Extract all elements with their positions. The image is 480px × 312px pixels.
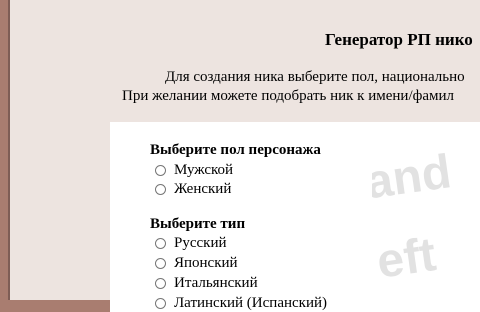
type-section-heading: Выберите тип [150,216,246,232]
radio-icon[interactable] [155,184,166,195]
watermark-logo: and eft [372,145,454,289]
gender-section-heading: Выберите пол персонажа [150,142,321,158]
intro-text-line-1: Для создания ника выберите пол, национал… [165,69,465,85]
radio-icon[interactable] [155,278,166,289]
type-option-latin[interactable]: Латинский (Испанский) [155,295,327,312]
nickname-form-panel: and eft Выберите пол персонажа Мужской Ж… [110,122,480,312]
type-option-label: Итальянский [174,275,258,291]
svg-text:eft: eft [374,228,439,289]
gender-option-label: Мужской [174,162,234,178]
type-option-label: Латинский (Испанский) [174,295,327,311]
type-option-label: Русский [174,235,227,251]
intro-text-line-2: При желании можете подобрать ник к имени… [122,88,454,104]
radio-icon[interactable] [155,258,166,269]
type-option-label: Японский [174,255,238,271]
gender-option-female[interactable]: Женский [155,181,231,198]
radio-icon[interactable] [155,165,166,176]
page-title: Генератор РП нико [325,30,473,49]
gender-option-label: Женский [174,181,232,197]
type-option-japanese[interactable]: Японский [155,255,238,272]
radio-icon[interactable] [155,238,166,249]
type-option-italian[interactable]: Итальянский [155,275,258,292]
type-option-russian[interactable]: Русский [155,235,227,252]
gender-option-male[interactable]: Мужской [155,162,233,179]
svg-text:and: and [372,145,454,209]
